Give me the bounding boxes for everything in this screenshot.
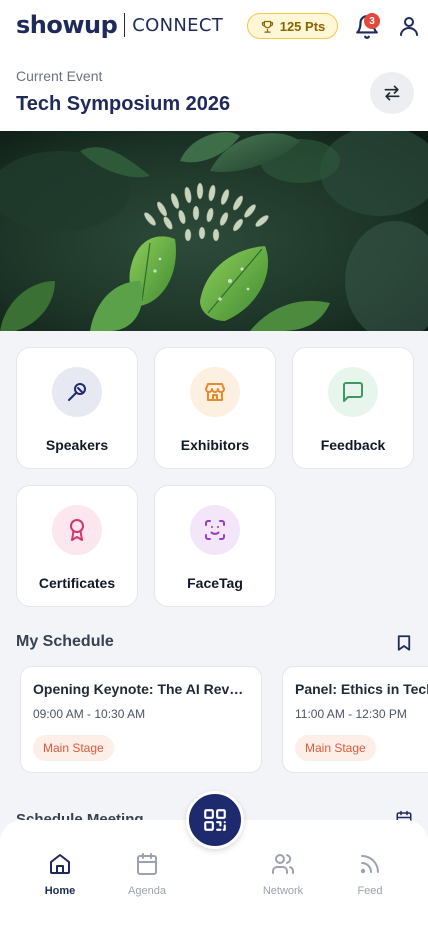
session-title: Opening Keynote: The AI Revolution (33, 681, 249, 697)
app-logo[interactable]: showup CONNECT (16, 11, 223, 39)
tile-certificates[interactable]: Certificates (16, 485, 138, 607)
tile-icon-circle (52, 367, 102, 417)
schedule-card[interactable]: Panel: Ethics in Tech 11:00 AM - 12:30 P… (282, 666, 428, 773)
nav-item-feed[interactable]: Feed (335, 852, 405, 897)
trophy-icon (261, 20, 273, 33)
tile-label: Feedback (320, 437, 386, 453)
store-icon (205, 383, 225, 401)
tile-label: Exhibitors (180, 437, 250, 453)
my-schedule-title: My Schedule (16, 633, 114, 650)
award-icon (70, 519, 84, 541)
location-tag: Main Stage (33, 735, 114, 761)
tile-label: Speakers (45, 437, 109, 453)
nav-item-agenda[interactable]: Agenda (112, 852, 182, 897)
users-icon (272, 854, 295, 874)
logo-subtitle: CONNECT (132, 14, 223, 36)
current-event-label: Current Event (16, 68, 103, 84)
switch-event-button[interactable] (370, 72, 414, 114)
event-banner-image (0, 131, 428, 331)
points-badge[interactable]: 125 Pts (247, 13, 338, 39)
schedule-card[interactable]: Opening Keynote: The AI Revolution 09:00… (20, 666, 262, 773)
qr-scan-button[interactable] (186, 791, 244, 849)
tile-icon-circle (190, 505, 240, 555)
logo-wordmark: showup (16, 11, 118, 39)
tile-icon-circle (52, 505, 102, 555)
notification-count-badge: 3 (364, 13, 380, 29)
nav-label: Home (44, 885, 76, 897)
session-time: 09:00 AM - 10:30 AM (33, 707, 146, 721)
tile-icon-circle (328, 367, 378, 417)
tile-speakers[interactable]: Speakers (16, 347, 138, 469)
bookmark-icon[interactable] (395, 633, 413, 653)
logo-divider (124, 13, 126, 37)
top-bar: showup CONNECT 125 Pts 3 Current Event T… (0, 0, 428, 131)
session-time: 11:00 AM - 12:30 PM (295, 707, 407, 721)
tile-label: FaceTag (187, 575, 243, 591)
tile-icon-circle (190, 367, 240, 417)
nav-label: Feed (357, 885, 383, 897)
tile-exhibitors[interactable]: Exhibitors (154, 347, 276, 469)
tile-feedback[interactable]: Feedback (292, 347, 414, 469)
location-tag: Main Stage (295, 735, 376, 761)
face-scan-icon (205, 520, 225, 540)
nav-label: Network (262, 885, 304, 897)
rss-icon (360, 855, 379, 874)
qr-code-icon (204, 809, 226, 831)
home-icon (50, 854, 70, 874)
tile-facetag[interactable]: FaceTag (154, 485, 276, 607)
nav-item-home[interactable]: Home (25, 852, 95, 897)
user-icon[interactable] (397, 14, 421, 38)
calendar-icon (137, 853, 157, 875)
nav-item-network[interactable]: Network (248, 852, 318, 897)
swap-icon (384, 85, 400, 101)
microphone-icon (68, 383, 86, 401)
points-text: 125 Pts (279, 18, 326, 34)
nav-label: Agenda (128, 885, 166, 897)
event-title: Tech Symposium 2026 (16, 93, 231, 115)
message-square-icon (343, 382, 363, 402)
tile-label: Certificates (38, 575, 116, 591)
session-title: Panel: Ethics in Tech (295, 681, 428, 697)
